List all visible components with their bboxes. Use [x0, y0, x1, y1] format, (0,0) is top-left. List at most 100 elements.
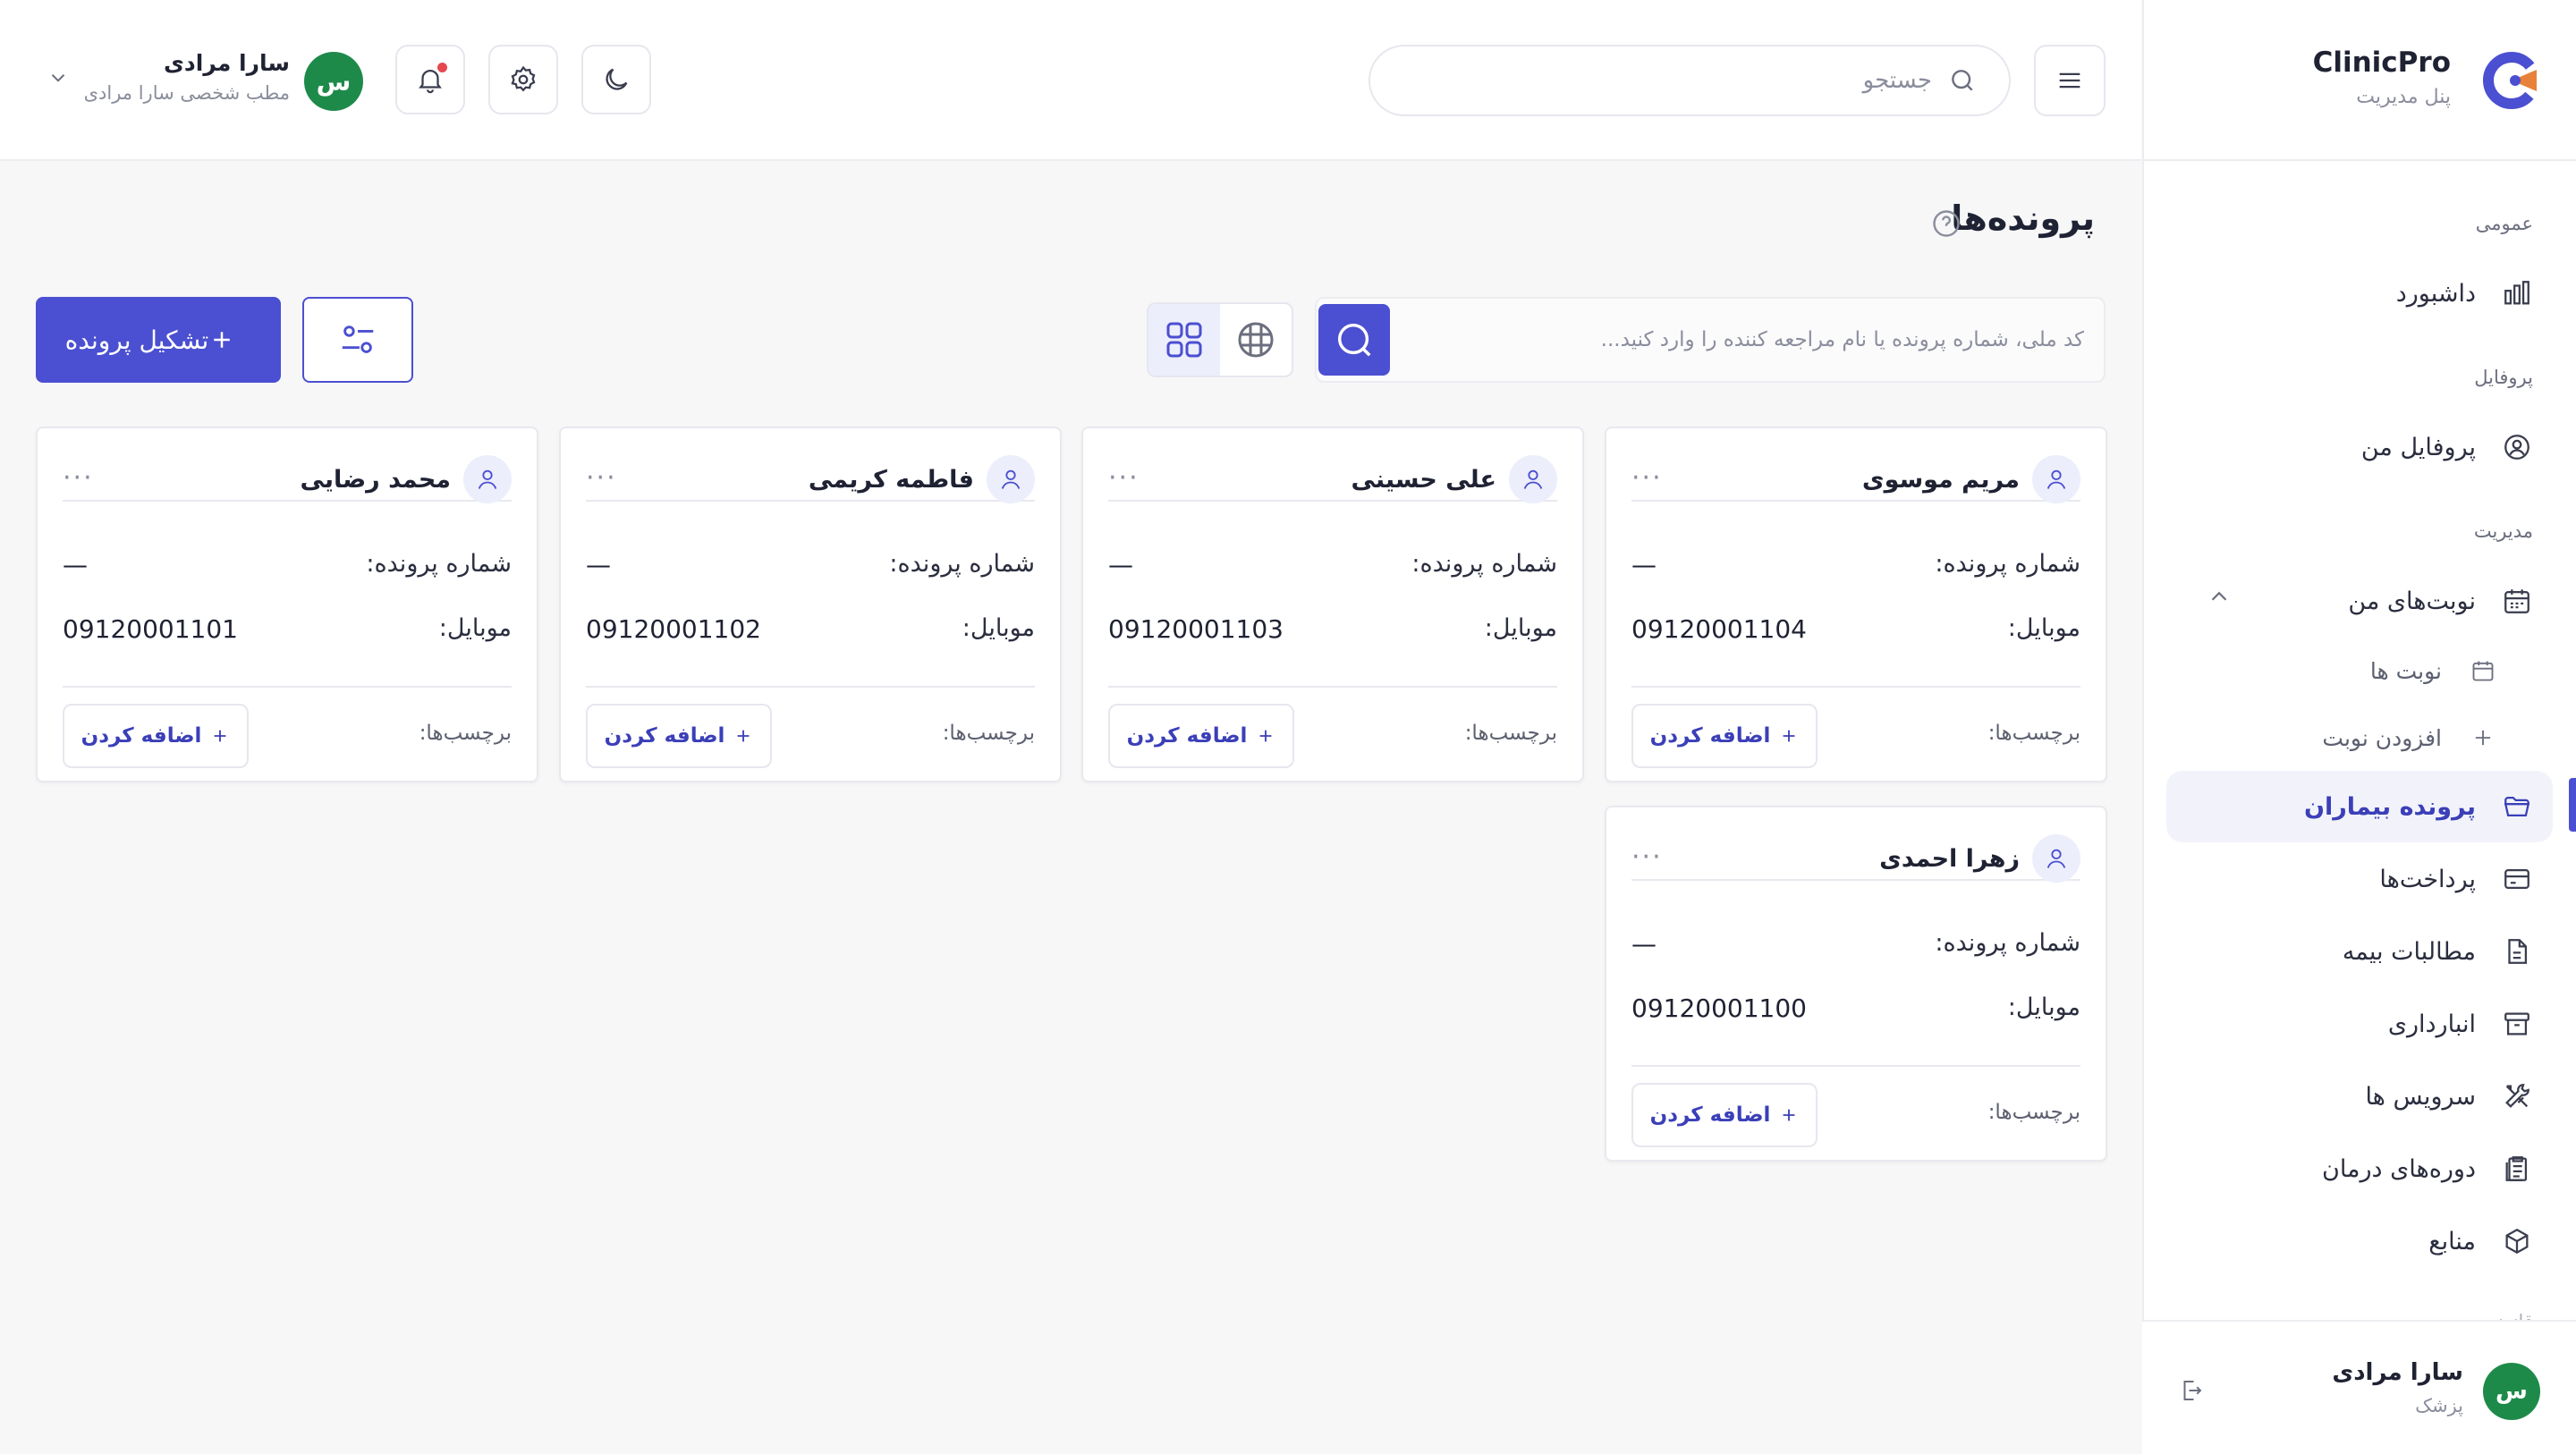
- more-options-icon[interactable]: ···: [1631, 462, 1663, 494]
- dark-mode-button[interactable]: [581, 45, 651, 114]
- search-icon: [1337, 323, 1371, 357]
- divider: [586, 686, 1035, 688]
- create-file-label: تشکیل پرونده: [64, 325, 209, 355]
- card-header: مریم موسوی ···: [1631, 452, 2080, 503]
- logout-icon[interactable]: [2178, 1377, 2205, 1404]
- tools-icon: [2501, 1080, 2533, 1112]
- file-number-label: شماره پرونده:: [889, 550, 1035, 578]
- add-tag-button[interactable]: اضافه کردن: [1108, 704, 1294, 768]
- notifications-button[interactable]: [395, 45, 465, 114]
- file-number-row: شماره پرونده: —: [586, 550, 1035, 586]
- top-header: س سارا مرادی مطب شخصی سارا مرادی: [0, 0, 2141, 161]
- sidebar-item-label: داشبورد: [2395, 279, 2476, 308]
- patient-card[interactable]: فاطمه کریمی ··· شماره پرونده: — موبایل: …: [559, 427, 1062, 782]
- mobile-row: موبایل: 09120001101: [63, 614, 512, 650]
- sidebar-item-label: نوبت ها: [2369, 657, 2442, 684]
- more-options-icon[interactable]: ···: [586, 462, 617, 494]
- sidebar-item-resources[interactable]: منابع: [2166, 1205, 2553, 1277]
- header-user-name: سارا مرادی: [164, 50, 290, 76]
- more-options-icon[interactable]: ···: [63, 462, 94, 494]
- plus-icon: [1784, 1109, 1795, 1121]
- search-icon: [1952, 70, 1973, 91]
- patient-card[interactable]: علی حسینی ··· شماره پرونده: — موبایل: 09…: [1081, 427, 1584, 782]
- more-options-icon[interactable]: ···: [1108, 462, 1140, 494]
- file-number-row: شماره پرونده: —: [1108, 550, 1557, 586]
- hamburger-icon: [2059, 72, 2080, 89]
- notification-dot: [437, 63, 447, 72]
- sidebar-item-label: مطالبات بیمه: [2342, 937, 2476, 966]
- document-icon: [2501, 935, 2533, 968]
- grid-view-button[interactable]: [1148, 304, 1220, 376]
- active-indicator: [2569, 778, 2576, 832]
- add-tag-label: اضافه کردن: [1126, 724, 1248, 748]
- plus-icon: [214, 332, 231, 348]
- add-tag-button[interactable]: اضافه کردن: [1631, 1083, 1818, 1147]
- folder-open-icon: [2501, 790, 2533, 823]
- card-header: فاطمه کریمی ···: [586, 452, 1035, 503]
- view-toggle: [1147, 302, 1293, 377]
- chevron-up-icon[interactable]: [2206, 583, 2233, 610]
- sidebar-item-add-appointment[interactable]: افزودن نوبت: [2166, 702, 2553, 773]
- sidebar-item-label: پرداخت‌ها: [2379, 865, 2476, 893]
- global-search[interactable]: [1368, 45, 2011, 116]
- header-user-menu[interactable]: س سارا مرادی مطب شخصی سارا مرادی: [47, 46, 363, 118]
- mobile-label: موبایل:: [2007, 993, 2080, 1021]
- add-tag-label: اضافه کردن: [80, 724, 202, 748]
- section-title-management: مدیریت: [2473, 520, 2533, 542]
- sidebar-item-label: پروفایل من: [2360, 433, 2476, 461]
- search-submit-button[interactable]: [1318, 304, 1390, 376]
- sidebar-item-treatment-courses[interactable]: دوره‌های درمان: [2166, 1133, 2553, 1205]
- patient-card[interactable]: زهرا احمدی ··· شماره پرونده: — موبایل: 0…: [1605, 806, 2107, 1162]
- sidebar-item-my-appointments[interactable]: نوبت‌های من: [2166, 565, 2553, 637]
- filter-button[interactable]: [302, 297, 413, 383]
- patient-name: علی حسینی: [1351, 466, 1496, 494]
- add-tag-button[interactable]: اضافه کردن: [1631, 704, 1818, 768]
- sidebar-item-label: سرویس ها: [2365, 1082, 2476, 1111]
- file-number-value: —: [1108, 550, 1133, 579]
- sidebar-item-services[interactable]: سرویس ها: [2166, 1061, 2553, 1132]
- patient-name: زهرا احمدی: [1879, 845, 2020, 873]
- calendar-icon: [2501, 585, 2533, 617]
- sidebar-item-warehouse[interactable]: انبارداری: [2166, 988, 2553, 1060]
- sidebar-item-my-profile[interactable]: پروفایل من: [2166, 411, 2553, 483]
- divider: [1108, 686, 1557, 688]
- add-tag-button[interactable]: اضافه کردن: [63, 704, 249, 768]
- user-circle-icon: [2501, 431, 2533, 463]
- create-file-button[interactable]: تشکیل پرونده: [36, 297, 281, 383]
- file-number-row: شماره پرونده: —: [63, 550, 512, 586]
- grid-icon: [1166, 322, 1202, 358]
- file-number-label: شماره پرونده:: [1411, 550, 1557, 578]
- mobile-row: موبایل: 09120001104: [1631, 614, 2080, 650]
- patient-search: [1315, 297, 2106, 383]
- patient-card[interactable]: مریم موسوی ··· شماره پرونده: — موبایل: 0…: [1605, 427, 2107, 782]
- plus-icon: [738, 730, 750, 742]
- sidebar-item-payments[interactable]: پرداخت‌ها: [2166, 843, 2553, 915]
- file-number-row: شماره پرونده: —: [1631, 929, 2080, 965]
- sidebar-item-label: افزودن نوبت: [2322, 724, 2442, 751]
- footer-user-role: پزشک: [2415, 1395, 2463, 1416]
- mobile-value: 09120001100: [1631, 993, 1807, 1023]
- sidebar-item-insurance[interactable]: مطالبات بیمه: [2166, 916, 2553, 987]
- more-options-icon[interactable]: ···: [1631, 841, 1663, 873]
- add-tag-button[interactable]: اضافه کردن: [586, 704, 772, 768]
- mobile-value: 09120001101: [63, 614, 238, 644]
- patient-card[interactable]: محمد رضایی ··· شماره پرونده: — موبایل: 0…: [36, 427, 538, 782]
- patient-search-input[interactable]: [1422, 315, 2084, 365]
- sidebar-item-patient-files[interactable]: پرونده بیماران: [2166, 771, 2553, 842]
- tags-label: برچسب‌ها:: [1987, 722, 2080, 745]
- sidebar: ClinicPro پنل مدیریت عمومی داشبورد پروفا…: [2142, 0, 2576, 1454]
- table-view-button[interactable]: [1220, 304, 1292, 376]
- mobile-row: موبایل: 09120001102: [586, 614, 1035, 650]
- file-number-label: شماره پرونده:: [1935, 929, 2080, 957]
- calendar-small-icon: [2467, 655, 2499, 687]
- divider: [1631, 686, 2080, 688]
- menu-button[interactable]: [2034, 45, 2106, 116]
- global-search-input[interactable]: [1431, 67, 1932, 94]
- settings-button[interactable]: [488, 45, 558, 114]
- chevron-down-icon: [51, 74, 65, 82]
- sidebar-item-appointments[interactable]: نوبت ها: [2166, 635, 2553, 706]
- sidebar-item-dashboard[interactable]: داشبورد: [2166, 258, 2553, 329]
- help-circle-icon[interactable]: [1930, 207, 1962, 240]
- credit-card-icon: [2501, 863, 2533, 895]
- add-tag-label: اضافه کردن: [1649, 1103, 1771, 1127]
